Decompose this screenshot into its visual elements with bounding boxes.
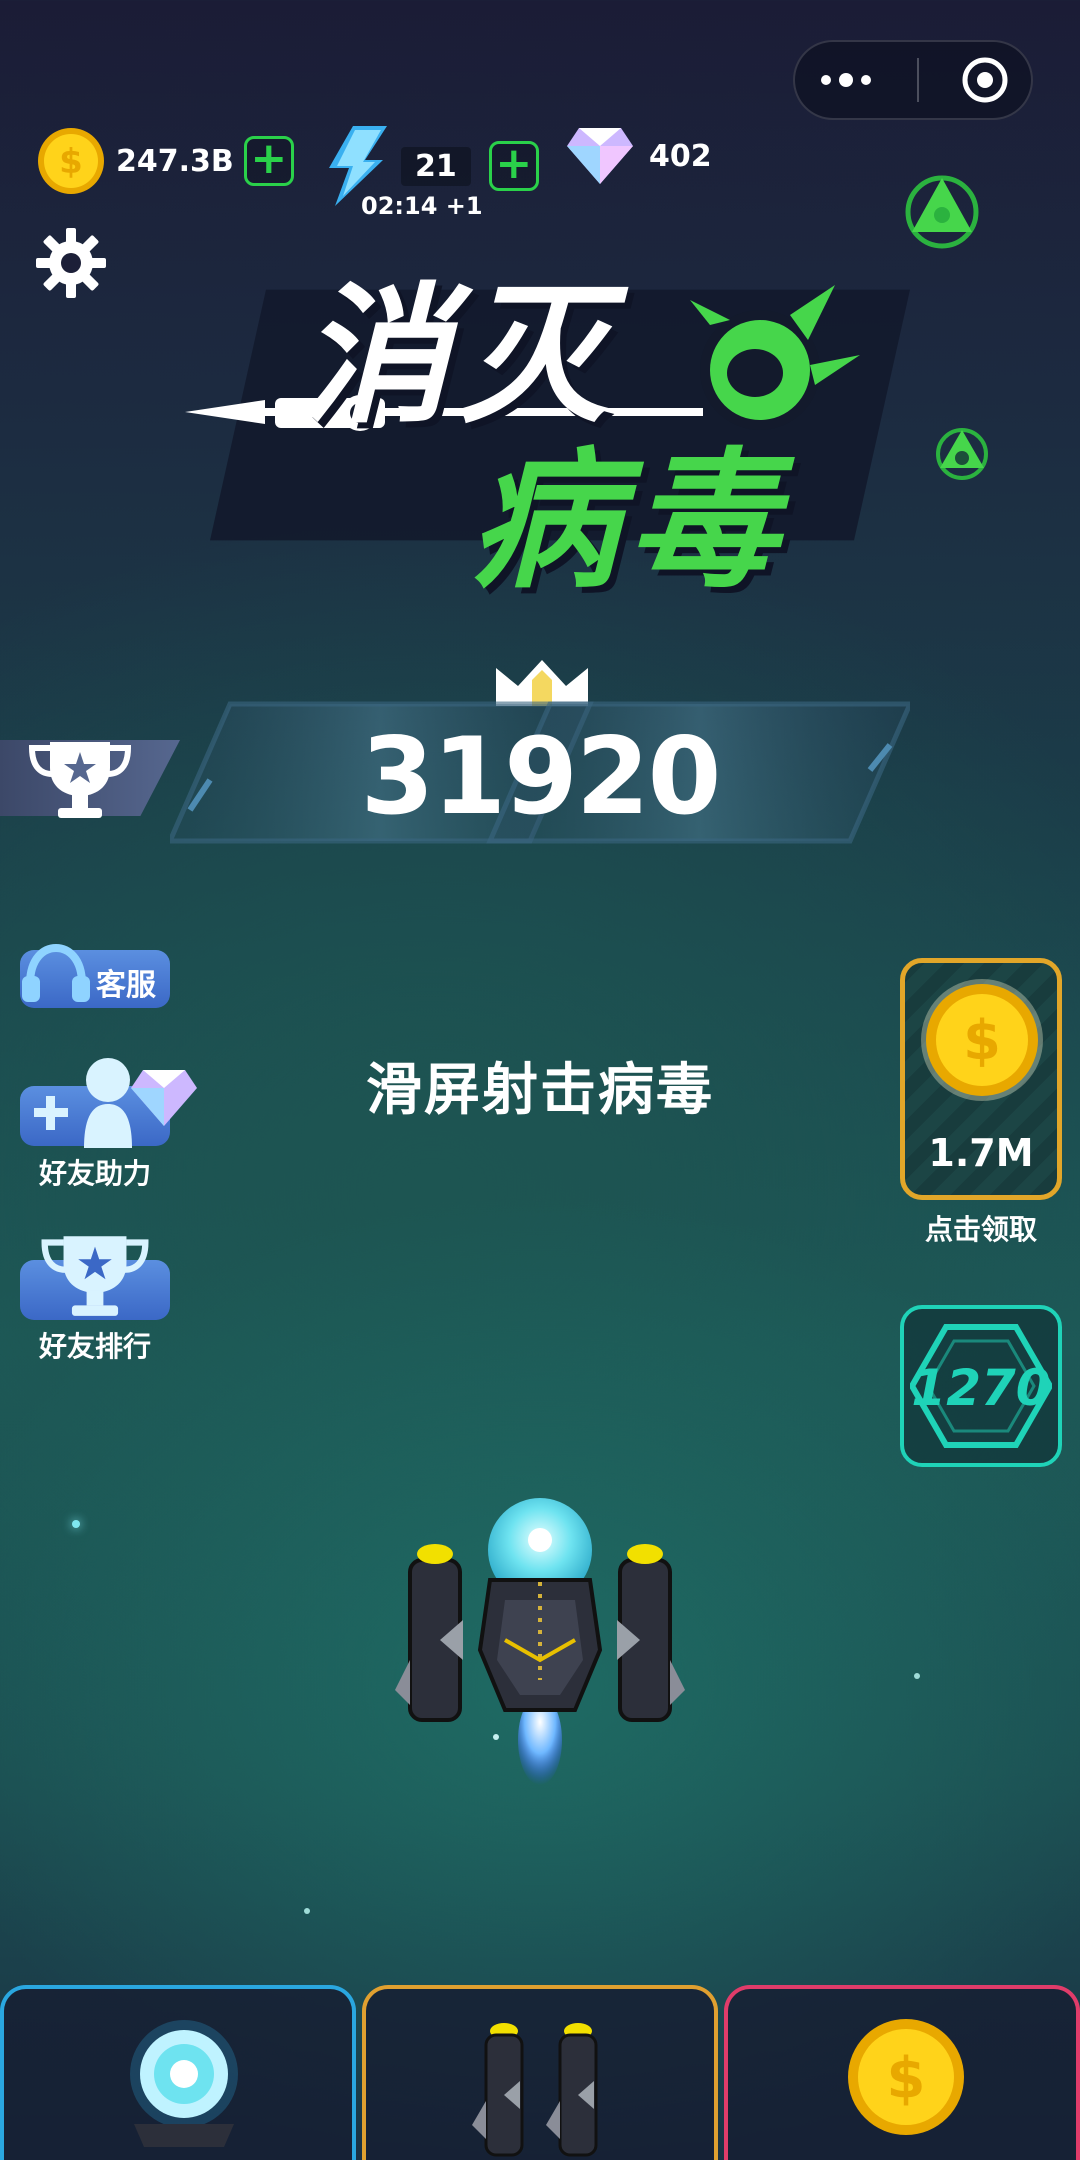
energy-orb-icon — [130, 2020, 238, 2147]
diamond-icon — [567, 128, 633, 184]
tab-upgrade-wings[interactable] — [362, 1985, 718, 2160]
target-circle-icon[interactable] — [960, 55, 1010, 105]
capsule-divider — [916, 58, 919, 102]
tab-upgrade-core[interactable] — [0, 1985, 356, 2160]
plus-icon: + — [250, 133, 288, 184]
friend-rank-button[interactable] — [20, 1232, 170, 1322]
settings-gear-icon[interactable] — [36, 228, 106, 298]
energy-timer: 02:14 +1 — [361, 192, 483, 220]
more-dots-icon[interactable] — [816, 70, 876, 90]
tab-upgrade-coins[interactable]: $ — [724, 1985, 1080, 2160]
high-score: 31920 — [360, 715, 722, 838]
sparkle — [914, 1673, 920, 1679]
gold-coin-icon: $ — [921, 979, 1043, 1101]
svg-text:$: $ — [59, 142, 83, 182]
headset-icon — [22, 943, 90, 1002]
player-ship[interactable] — [395, 1490, 685, 1790]
coins-counter: $ 247.3B + — [36, 126, 294, 196]
customer-service-label: 客服 — [96, 968, 156, 1003]
reward-coin-card[interactable]: $ 1.7M — [900, 958, 1062, 1200]
side-cannons-icon — [472, 2023, 598, 2157]
friend-rank-label: 好友排行 — [38, 1330, 151, 1363]
energy-value: 21 — [415, 148, 457, 184]
level-badge[interactable]: 1270 — [900, 1305, 1062, 1467]
diamonds-value: 402 — [649, 138, 712, 174]
trophy-icon — [41, 1236, 149, 1316]
coins-value: 247.3B — [116, 143, 234, 179]
miniprogram-capsule — [793, 40, 1033, 120]
energy-value-box: 21 — [401, 146, 471, 186]
sparkle — [493, 1734, 499, 1740]
svg-text:$: $ — [963, 1009, 1001, 1072]
sparkle — [72, 1520, 80, 1528]
diamonds-counter: 402 — [565, 126, 712, 186]
plus-icon: + — [495, 138, 533, 189]
gold-coin-icon: $ — [38, 128, 104, 194]
floating-virus-icon — [905, 175, 979, 249]
claim-reward-label[interactable]: 点击领取 — [900, 1208, 1062, 1248]
add-energy-button[interactable]: + — [488, 138, 539, 191]
customer-service-button[interactable]: 客服 — [20, 943, 170, 1010]
reward-amount: 1.7M — [928, 1131, 1034, 1175]
level-value: 1270 — [911, 1359, 1051, 1417]
add-coins-button[interactable]: + — [243, 133, 294, 186]
floating-virus-small-icon — [936, 428, 988, 480]
virus-logo-icon — [690, 285, 860, 430]
sparkle — [304, 1908, 310, 1914]
svg-text:$: $ — [887, 2046, 926, 2111]
gold-coin-icon: $ — [848, 2019, 964, 2135]
friend-help-label: 好友助力 — [38, 1157, 151, 1190]
